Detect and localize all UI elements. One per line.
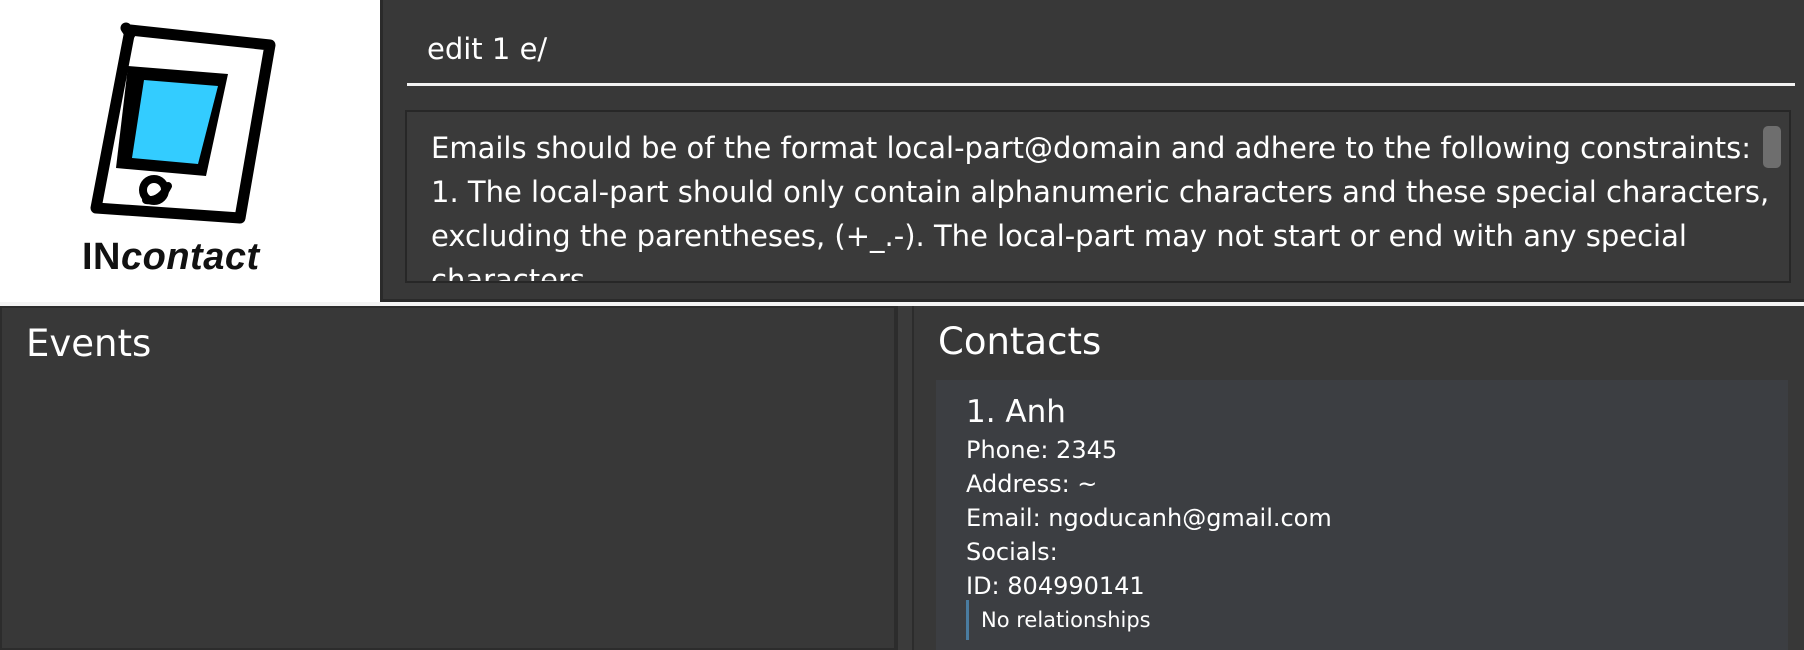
logo-suffix: contact — [121, 236, 260, 278]
contact-card[interactable]: 1. Anh Phone: 2345 Address: ~ Email: ngo… — [936, 380, 1788, 650]
contact-socials: Socials: — [966, 538, 1058, 566]
contact-email: Email: ngoducanh@gmail.com — [966, 504, 1332, 532]
command-input[interactable] — [407, 14, 1795, 86]
contacts-panel: Contacts 1. Anh Phone: 2345 Address: ~ E… — [914, 306, 1804, 650]
contact-phone: Phone: 2345 — [966, 436, 1118, 464]
split-pane-divider[interactable] — [896, 306, 914, 650]
logo-prefix: IN — [82, 236, 121, 278]
events-panel: Events — [0, 306, 896, 650]
contact-id: ID: 804990141 — [966, 572, 1145, 600]
result-scrollbar[interactable] — [1763, 126, 1781, 168]
relationship-tag: No relationships — [966, 600, 1151, 640]
logo-panel: INcontact — [0, 0, 380, 302]
result-message: Emails should be of the format local-par… — [431, 126, 1771, 283]
contact-name: 1. Anh — [966, 394, 1066, 430]
contacts-title: Contacts — [938, 320, 1102, 363]
contact-address: Address: ~ — [966, 470, 1098, 498]
logo-wordmark: INcontact — [82, 236, 260, 279]
events-title: Events — [26, 322, 152, 365]
result-display[interactable]: Emails should be of the format local-par… — [405, 110, 1791, 283]
handheld-device-icon — [90, 22, 276, 224]
command-panel: Emails should be of the format local-par… — [380, 0, 1804, 302]
result-message-text: Emails should be of the format local-par… — [431, 131, 1770, 283]
